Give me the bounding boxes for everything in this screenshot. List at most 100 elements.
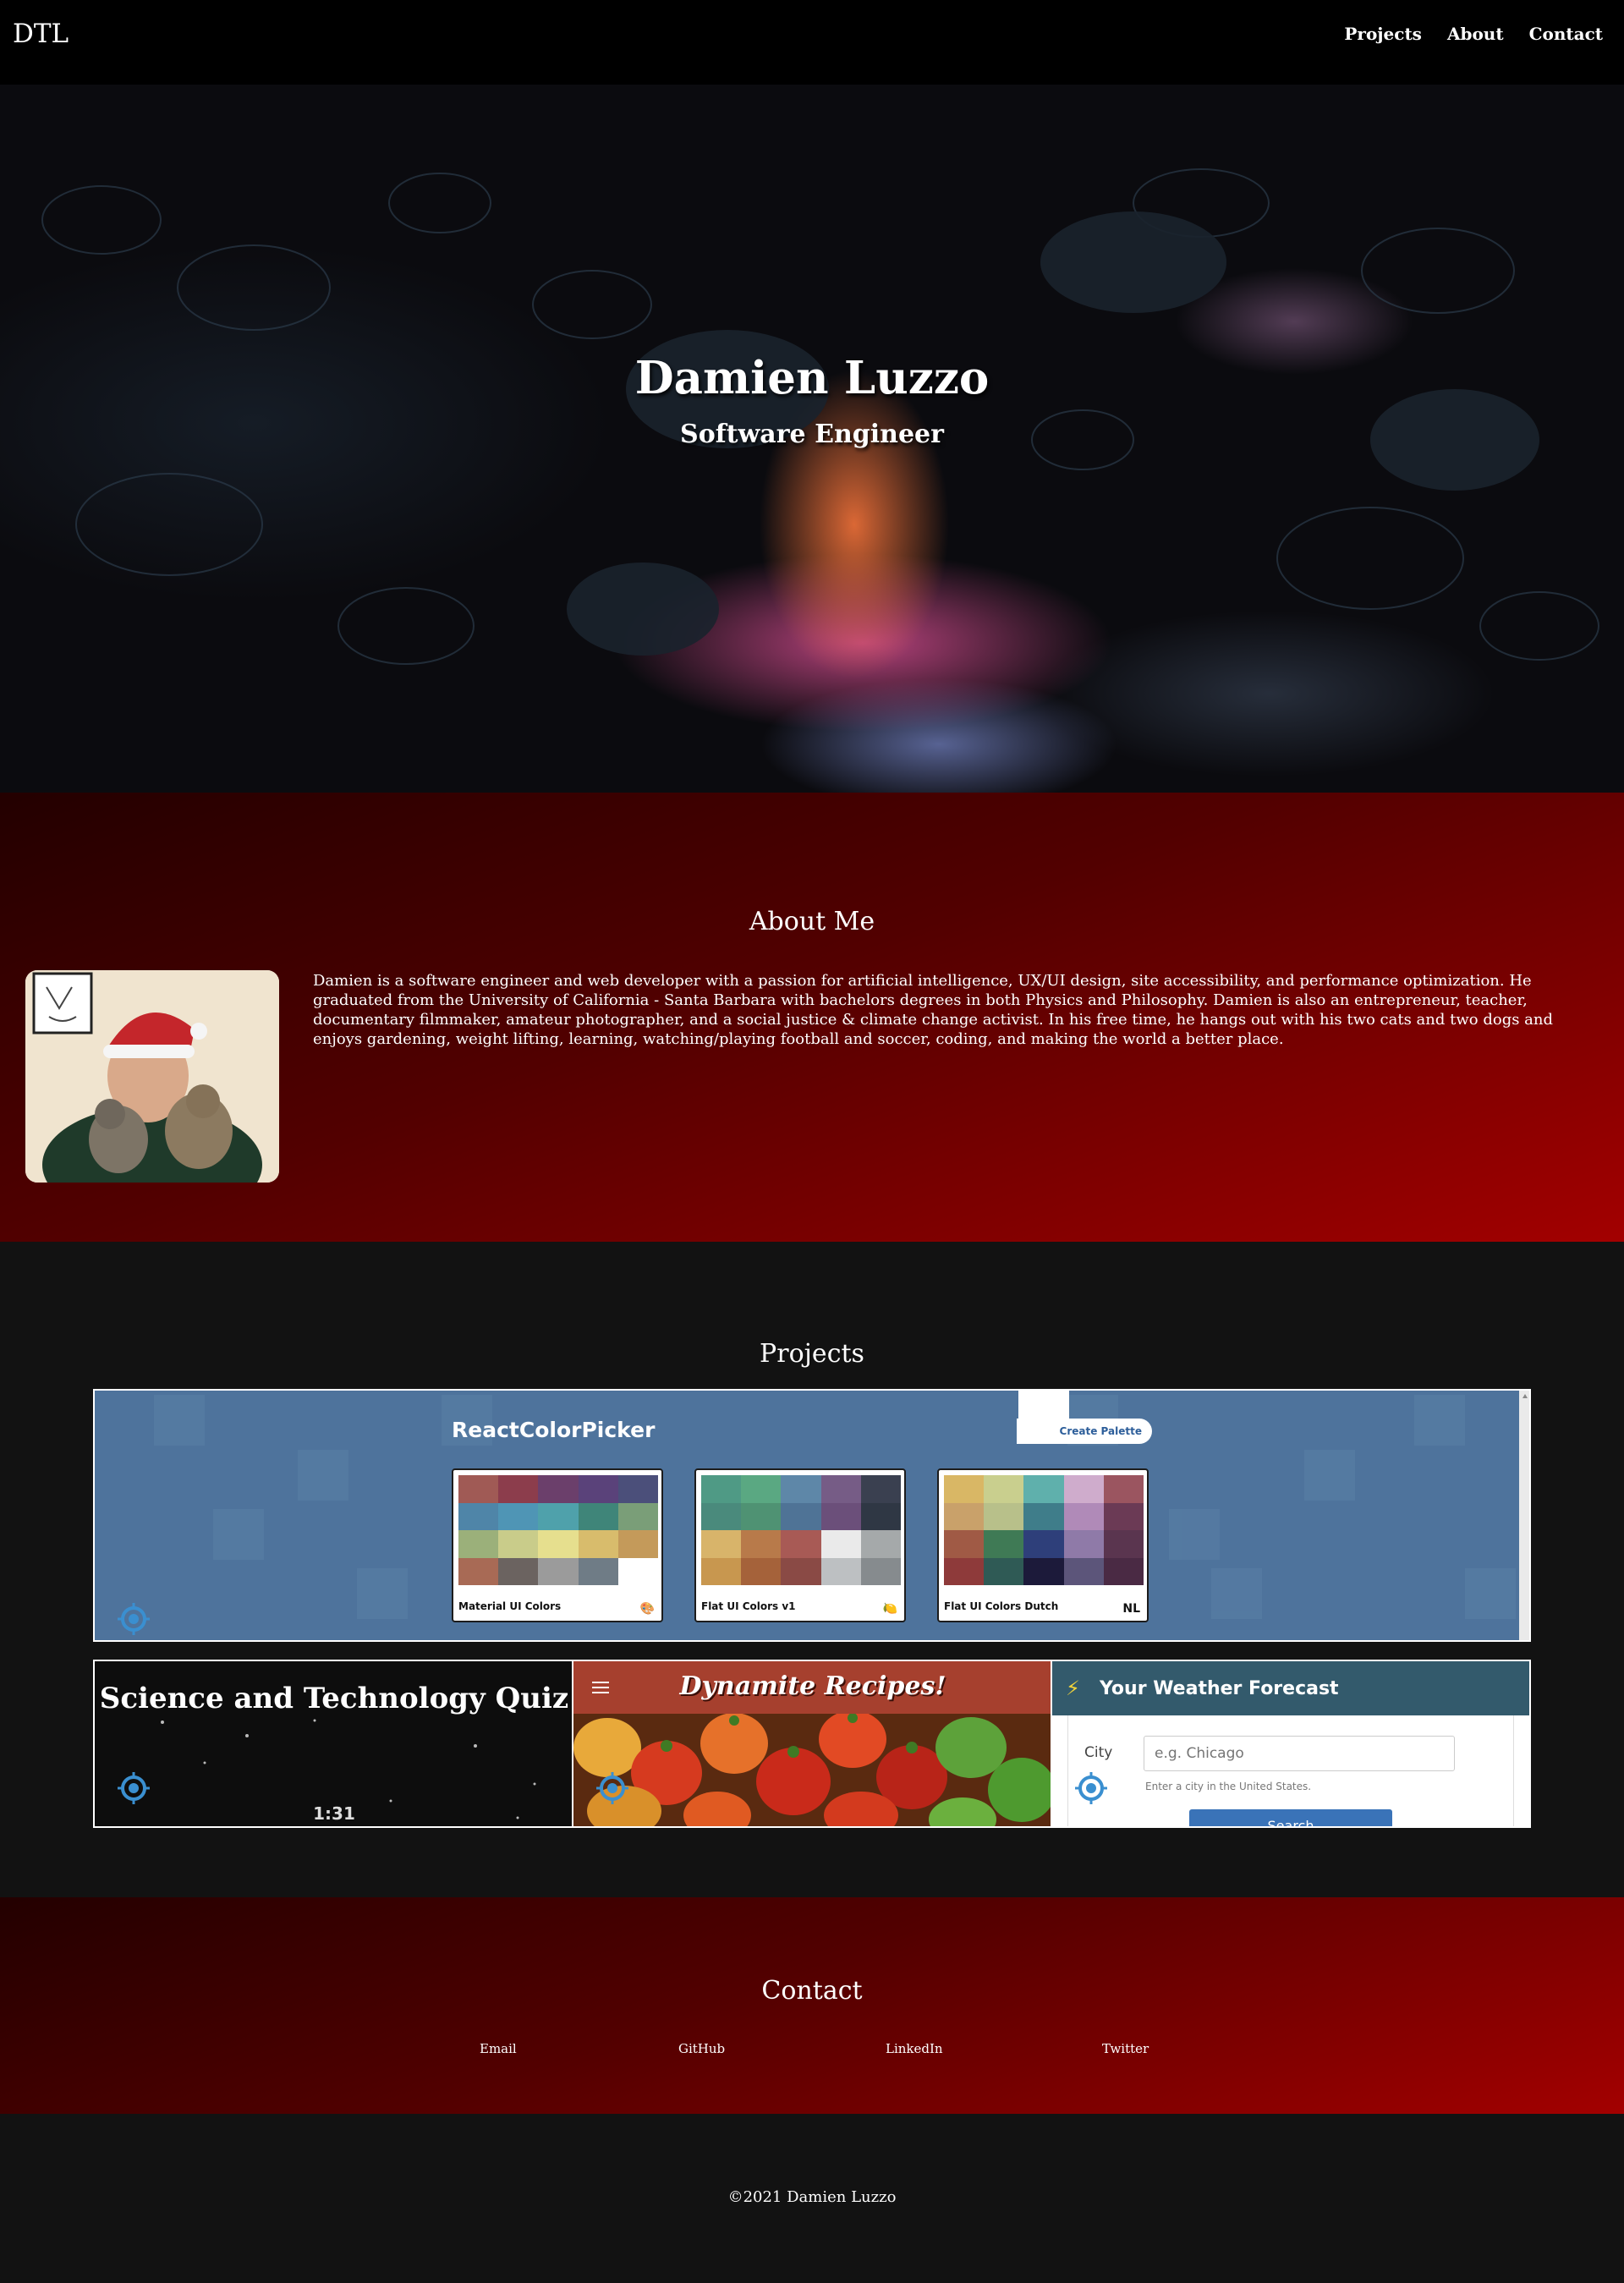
project-weather-forecast[interactable]: ⚡ Your Weather Forecast City Enter a cit… — [1052, 1661, 1529, 1826]
about-text: Damien is a software engineer and web de… — [313, 972, 1554, 1048]
contact-link-linkedin[interactable]: LinkedIn — [886, 2041, 943, 2056]
color-swatch — [741, 1557, 782, 1585]
color-swatch — [820, 1502, 861, 1530]
color-swatch — [984, 1557, 1024, 1585]
peppers-photo — [573, 1714, 1051, 1826]
project-react-color-picker[interactable]: ReactColorPicker Create Palette Material… — [93, 1389, 1531, 1642]
contact-section: Contact Email GitHub LinkedIn Twitter — [0, 1897, 1624, 2114]
color-swatch — [1103, 1530, 1144, 1558]
color-swatch — [538, 1502, 579, 1530]
palette-emoji: 🎨 — [639, 1602, 655, 1616]
about-heading: About Me — [749, 907, 875, 936]
color-swatch — [1103, 1557, 1144, 1585]
color-swatch — [538, 1557, 579, 1585]
color-swatch — [860, 1557, 901, 1585]
palette-card-flat-dutch[interactable]: Flat UI Colors Dutch NL — [937, 1468, 1149, 1622]
color-swatch — [741, 1530, 782, 1558]
color-swatch — [1023, 1530, 1064, 1558]
color-swatch — [781, 1557, 821, 1585]
color-swatch — [578, 1475, 618, 1503]
color-swatch — [1023, 1475, 1064, 1503]
city-label: City — [1084, 1744, 1113, 1761]
palette-swatches — [458, 1475, 658, 1585]
about-section: About Me Damien is a software engineer a… — [0, 793, 1624, 1242]
color-swatch — [1103, 1502, 1144, 1530]
lightning-icon: ⚡ — [1066, 1677, 1080, 1700]
brand-logo[interactable]: DTL — [13, 19, 69, 49]
palette-name: Flat UI Colors Dutch — [944, 1600, 1059, 1612]
color-swatch — [578, 1502, 618, 1530]
profile-photo — [25, 970, 279, 1183]
color-swatch — [984, 1530, 1024, 1558]
crosshair-icon — [1075, 1772, 1107, 1804]
palette-card-material[interactable]: Material UI Colors 🎨 — [452, 1468, 663, 1622]
palette-emoji: NL — [1122, 1602, 1140, 1616]
color-swatch — [701, 1502, 742, 1530]
hero-subtitle: Software Engineer — [680, 420, 944, 449]
navbar: DTL Projects About Contact — [0, 0, 1624, 85]
color-swatch — [860, 1475, 901, 1503]
color-swatch — [578, 1530, 618, 1558]
projects-row: Science and Technology Quiz 1:31 Dynamit… — [93, 1660, 1531, 1828]
color-swatch — [617, 1530, 658, 1558]
palette-swatches — [944, 1475, 1144, 1585]
color-swatch — [820, 1530, 861, 1558]
color-swatch — [944, 1557, 985, 1585]
color-swatch — [781, 1475, 821, 1503]
color-swatch — [944, 1502, 985, 1530]
color-swatch — [617, 1502, 658, 1530]
palette-card-flat-v1[interactable]: Flat UI Colors v1 🍋 — [694, 1468, 906, 1622]
color-swatch — [1023, 1502, 1064, 1530]
color-swatch — [1063, 1557, 1104, 1585]
picker-app-title: ReactColorPicker — [452, 1418, 656, 1442]
palette-name: Flat UI Colors v1 — [701, 1600, 796, 1612]
color-swatch — [860, 1530, 901, 1558]
color-swatch — [1063, 1530, 1104, 1558]
color-swatch — [820, 1557, 861, 1585]
hero-title: Damien Luzzo — [634, 352, 990, 404]
color-swatch — [984, 1502, 1024, 1530]
color-swatch — [458, 1475, 499, 1503]
nav-links: Projects About Contact — [1344, 24, 1603, 44]
nav-link-projects[interactable]: Projects — [1344, 24, 1422, 44]
color-swatch — [498, 1530, 539, 1558]
palette-name: Material UI Colors — [458, 1600, 562, 1612]
recipes-title: Dynamite Recipes! — [679, 1671, 946, 1701]
hero-banner: Damien Luzzo Software Engineer — [0, 85, 1624, 793]
color-swatch — [1063, 1502, 1104, 1530]
city-input[interactable] — [1144, 1736, 1455, 1771]
color-swatch — [1103, 1475, 1144, 1503]
search-button[interactable]: Search — [1189, 1809, 1392, 1826]
palette-swatches — [701, 1475, 901, 1585]
contact-link-email[interactable]: Email — [480, 2041, 517, 2056]
color-swatch — [701, 1530, 742, 1558]
color-swatch — [578, 1557, 618, 1585]
crosshair-icon — [118, 1603, 150, 1635]
quiz-title: Science and Technology Quiz — [99, 1682, 569, 1715]
color-swatch — [944, 1475, 985, 1503]
color-swatch — [984, 1475, 1024, 1503]
weather-title: Your Weather Forecast — [1100, 1678, 1339, 1699]
create-palette-button[interactable]: Create Palette — [1017, 1419, 1152, 1444]
color-swatch — [498, 1475, 539, 1503]
color-swatch — [741, 1475, 782, 1503]
project-science-quiz[interactable]: Science and Technology Quiz 1:31 — [95, 1661, 573, 1826]
copyright-text: ©2021 Damien Luzzo — [727, 2188, 897, 2206]
quiz-timer: 1:31 — [313, 1803, 355, 1824]
color-swatch — [498, 1557, 539, 1585]
color-swatch — [781, 1502, 821, 1530]
nav-link-about[interactable]: About — [1447, 24, 1504, 44]
color-swatch — [1063, 1475, 1104, 1503]
footer: ©2021 Damien Luzzo — [0, 2114, 1624, 2283]
contact-link-github[interactable]: GitHub — [678, 2041, 725, 2056]
nav-link-contact[interactable]: Contact — [1529, 24, 1603, 44]
color-swatch — [538, 1475, 579, 1503]
color-swatch — [458, 1502, 499, 1530]
contact-link-twitter[interactable]: Twitter — [1102, 2041, 1149, 2056]
color-swatch — [1023, 1557, 1064, 1585]
projects-heading: Projects — [760, 1339, 864, 1369]
project-dynamite-recipes[interactable]: Dynamite Recipes! — [573, 1661, 1052, 1826]
palette-emoji: 🍋 — [882, 1602, 897, 1616]
crosshair-icon — [118, 1772, 150, 1804]
color-swatch — [617, 1475, 658, 1503]
